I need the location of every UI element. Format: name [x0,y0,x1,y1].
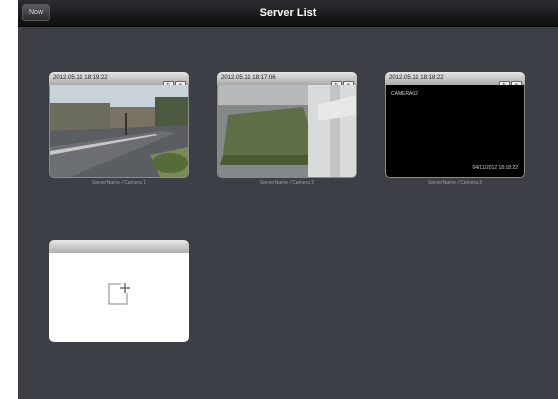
app-screen: Now Server List 2012.05.11 18:19:22 ✎✕ [18,0,558,399]
add-tile-body [49,253,189,342]
add-tile-header [49,240,189,253]
server-tile-2[interactable]: 2012.05.11 18:17:06 ✎✕ ServerName / Came… [217,72,357,187]
camera-feed-1[interactable] [49,85,189,178]
tile-header: 2012.05.11 18:17:06 ✎✕ [217,72,357,91]
tile-header: 2012.05.11 18:18:22 ✎✕ [385,72,525,91]
tile-header: 2012.05.11 18:19:22 ✎✕ [49,72,189,91]
server-tile-3[interactable]: 2012.05.11 18:18:22 ✎✕ CAMERA02 04/11/20… [385,72,525,187]
tile-timestamp: 2012.05.11 18:18:22 [389,75,444,81]
camera-osd-datetime: 04/11/2012 18:18:22 [472,165,518,171]
camera-feed-3[interactable]: CAMERA02 04/11/2012 18:18:22 [385,85,525,178]
navigation-bar: Now Server List [18,0,558,27]
tile-timestamp: 2012.05.11 18:19:22 [53,75,108,81]
tile-caption: ServerName / Camera 3 [427,180,483,186]
camera-osd-label: CAMERA02 [391,91,418,97]
tile-caption: ServerName / Camera 2 [259,180,315,186]
tile-caption: ServerName / Camera 1 [91,180,147,186]
camera-feed-2[interactable] [217,85,357,178]
add-server-icon[interactable] [105,281,131,307]
page-title: Server List [259,7,317,19]
tile-timestamp: 2012.05.11 18:17:06 [221,75,276,81]
server-tile-1[interactable]: 2012.05.11 18:19:22 ✎✕ ServerName / Came… [49,72,189,187]
add-server-tile[interactable] [49,240,189,342]
